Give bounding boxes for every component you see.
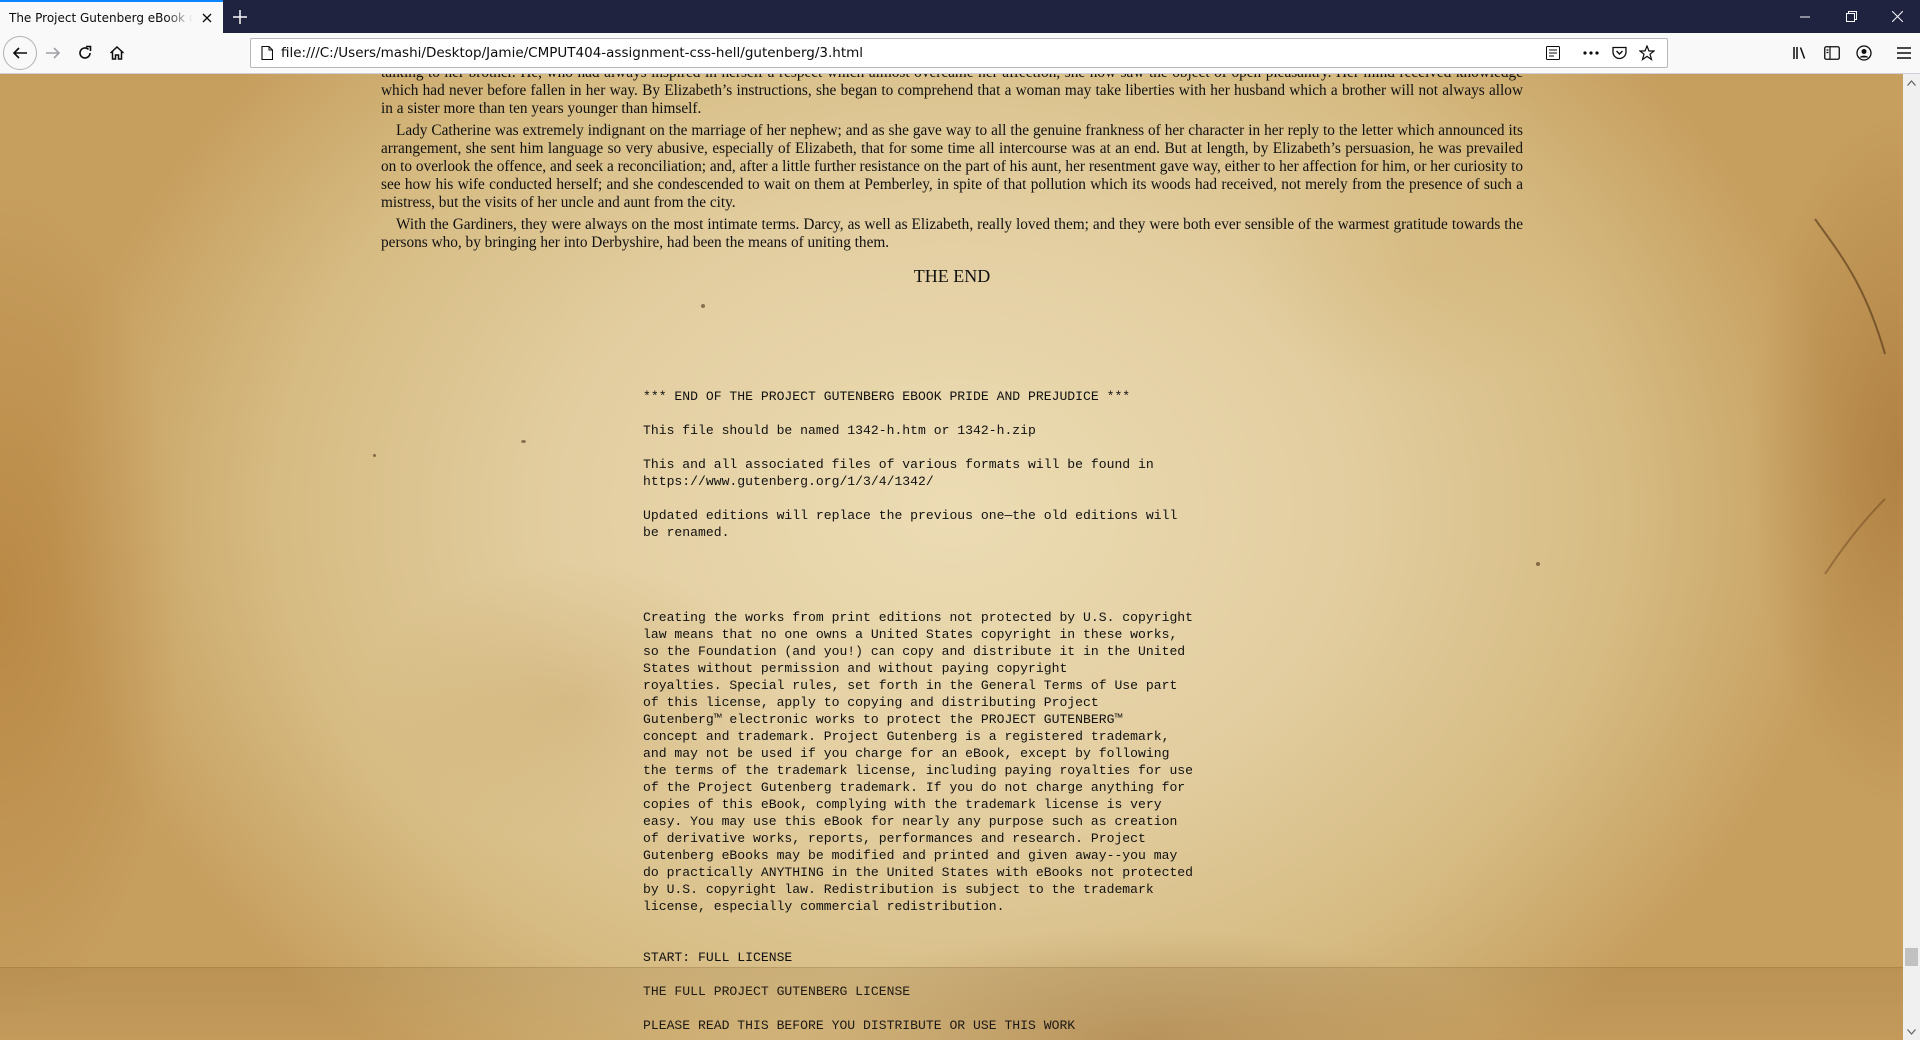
files-location-note: This and all associated files of various… <box>643 457 1154 489</box>
scroll-up-icon[interactable] <box>1903 74 1920 91</box>
library-icon[interactable] <box>1784 37 1816 69</box>
book-text: talking to her brother. He, who had alwa… <box>381 74 1523 256</box>
tab-title: The Project Gutenberg eBook of Pride and… <box>9 10 193 25</box>
book-paragraph: With the Gardiners, they were always on … <box>381 216 1523 251</box>
the-end-heading: THE END <box>913 266 991 286</box>
vertical-scrollbar[interactable] <box>1903 74 1920 1040</box>
scroll-down-icon[interactable] <box>1903 1023 1920 1040</box>
pocket-icon[interactable] <box>1605 39 1633 67</box>
end-marker: *** END OF THE PROJECT GUTENBERG EBOOK P… <box>643 389 1131 404</box>
plus-icon[interactable] <box>223 0 257 33</box>
paper-crease <box>1814 218 1886 355</box>
file-name-note: This file should be named 1342-h.htm or … <box>643 423 1036 438</box>
close-icon[interactable] <box>199 10 215 26</box>
paper-spot <box>701 304 705 308</box>
tab-strip: The Project Gutenberg eBook of Pride and… <box>0 0 1920 33</box>
home-icon[interactable] <box>101 37 133 69</box>
tabstrip-drag-area[interactable] <box>257 0 1782 33</box>
arrow-right-icon[interactable] <box>37 37 69 69</box>
star-icon[interactable] <box>1633 39 1661 67</box>
window-close-icon[interactable] <box>1874 0 1920 33</box>
minimize-icon[interactable] <box>1782 0 1828 33</box>
copyright-notice: Creating the works from print editions n… <box>643 610 1194 914</box>
arrow-left-icon[interactable] <box>3 36 37 70</box>
scrollbar-thumb[interactable] <box>1905 948 1918 966</box>
page-icon[interactable] <box>253 39 281 67</box>
account-icon[interactable] <box>1848 37 1880 69</box>
updated-editions-note: Updated editions will replace the previo… <box>643 508 1178 540</box>
sidebar-icon[interactable] <box>1816 37 1848 69</box>
page-content: talking to her brother. He, who had alwa… <box>0 74 1903 1040</box>
paper-spot <box>1536 562 1540 566</box>
full-license-heading: THE FULL PROJECT GUTENBERG LICENSE <box>643 984 911 999</box>
start-full-license: START: FULL LICENSE <box>643 950 793 965</box>
reader-view-icon[interactable] <box>1539 39 1567 67</box>
book-paragraph: talking to her brother. He, who had alwa… <box>381 74 1523 117</box>
restore-icon[interactable] <box>1828 0 1874 33</box>
more-dots-icon[interactable] <box>1577 39 1605 67</box>
paper-crease <box>1824 498 1886 575</box>
hamburger-icon[interactable] <box>1888 37 1920 69</box>
reload-icon[interactable] <box>69 37 101 69</box>
tab-active[interactable]: The Project Gutenberg eBook of Pride and… <box>0 0 223 33</box>
book-paragraph: Lady Catherine was extremely indignant o… <box>381 122 1523 211</box>
url-bar[interactable]: file:///C:/Users/mashi/Desktop/Jamie/CMP… <box>250 38 1668 68</box>
paper-spot <box>373 454 376 457</box>
please-read-heading: PLEASE READ THIS BEFORE YOU DISTRIBUTE O… <box>643 1018 1076 1033</box>
paper-spot <box>521 440 526 443</box>
url-input[interactable]: file:///C:/Users/mashi/Desktop/Jamie/CMP… <box>281 45 1539 61</box>
navigation-toolbar: file:///C:/Users/mashi/Desktop/Jamie/CMP… <box>0 33 1920 74</box>
